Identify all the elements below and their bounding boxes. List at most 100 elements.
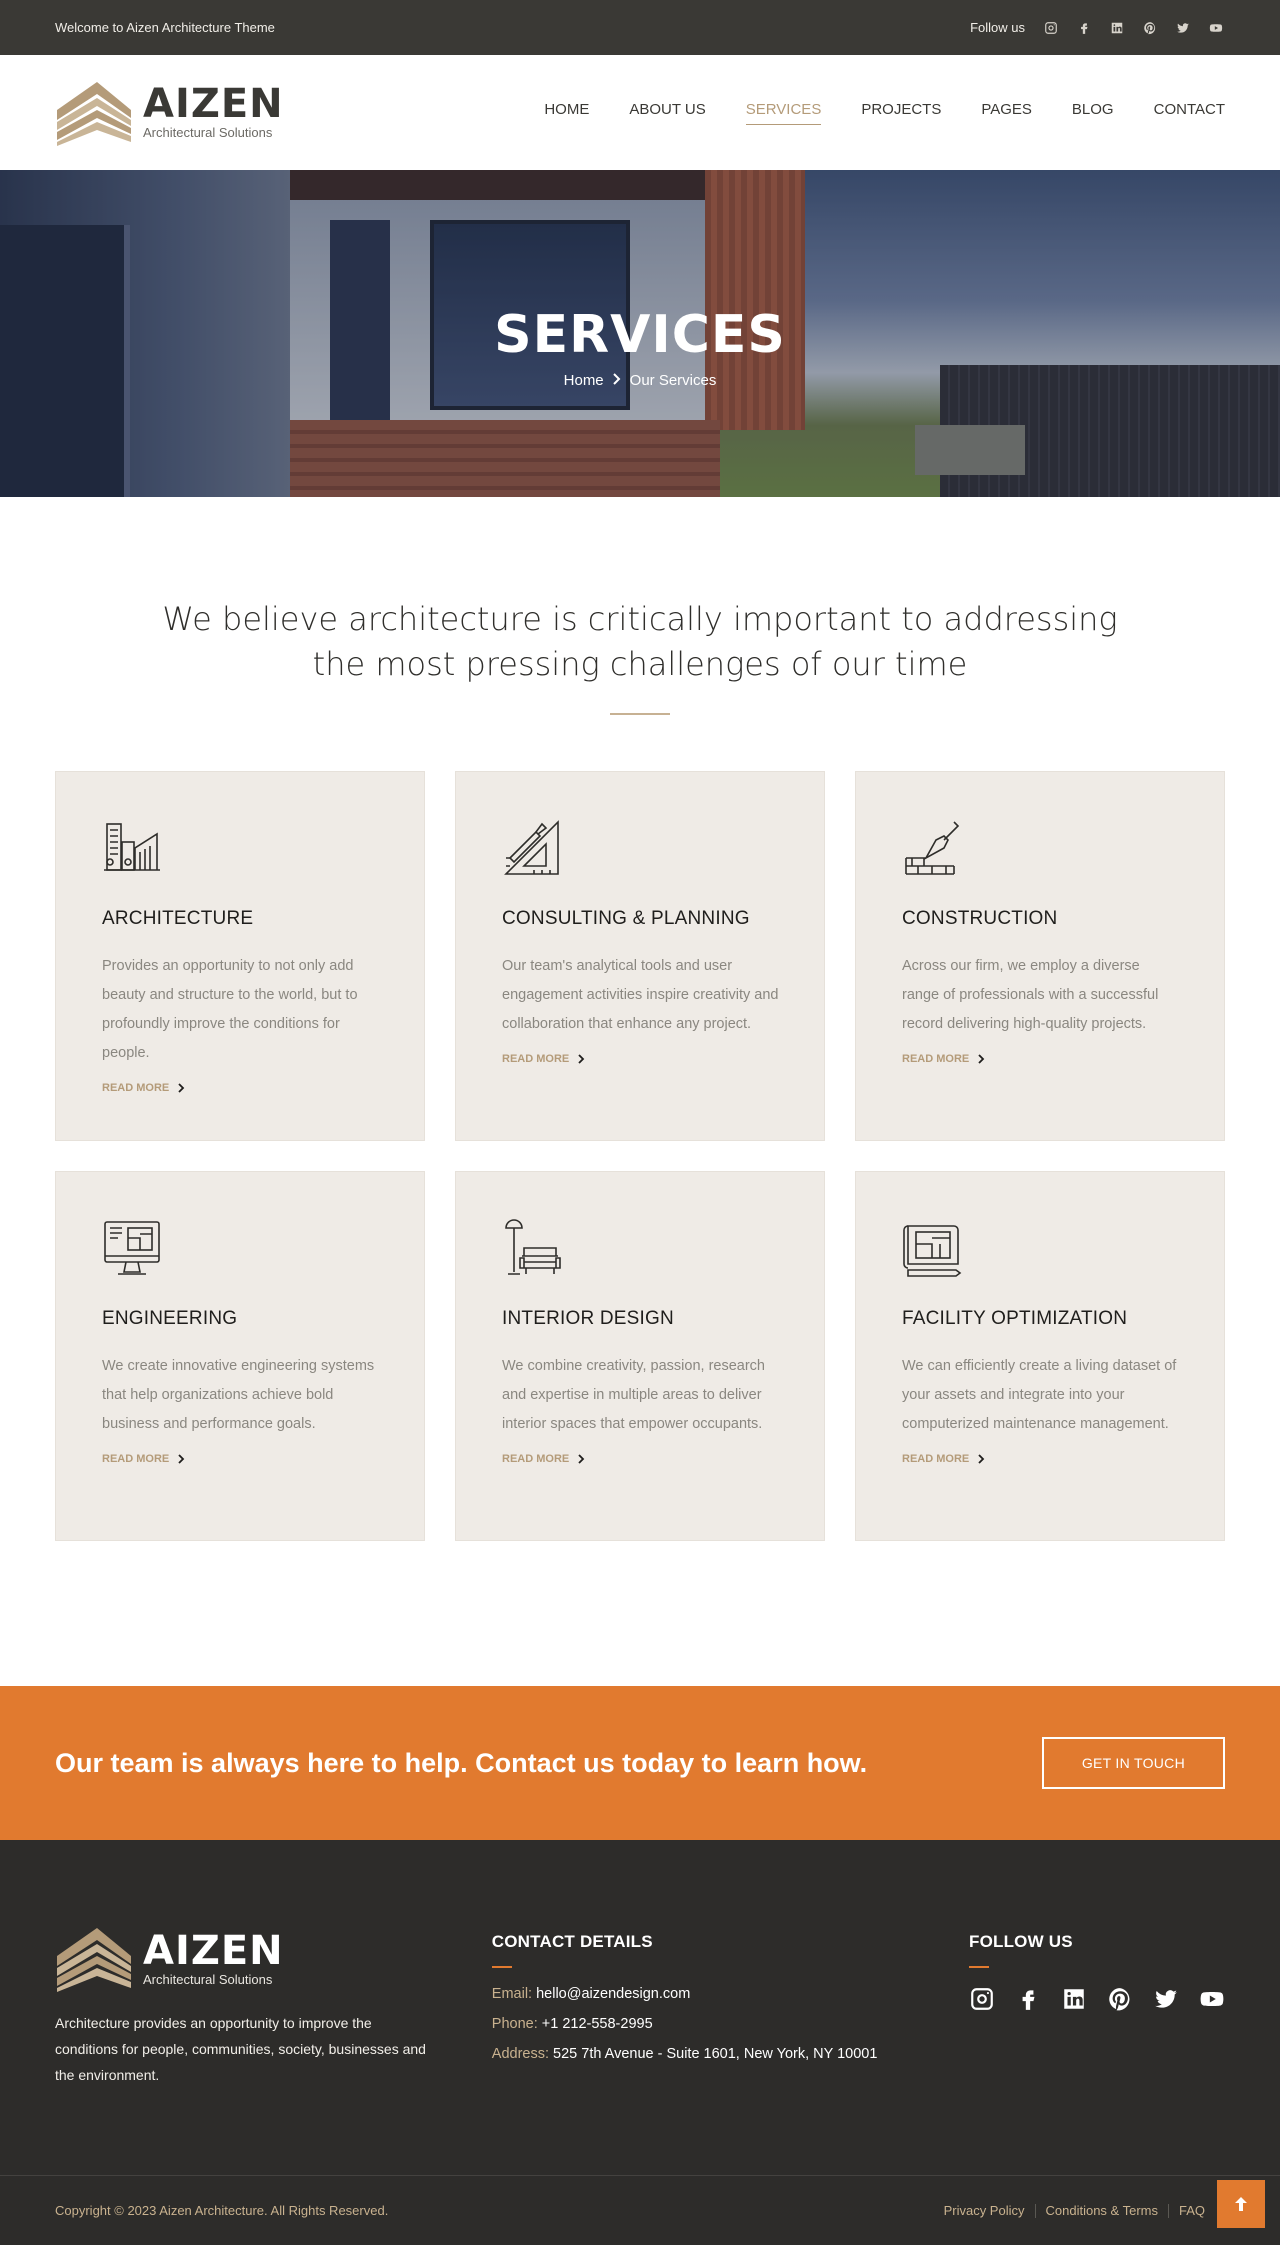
service-title: ARCHITECTURE	[102, 908, 254, 929]
service-text: Our team's analytical tools and user eng…	[502, 958, 779, 1032]
services-grid: ARCHITECTURE Provides an opportunity to …	[0, 715, 1280, 1541]
read-more-label: READ MORE	[502, 1453, 570, 1465]
chevron-right-icon	[978, 1054, 985, 1064]
page-hero: SERVICES Home Our Services	[0, 170, 1280, 497]
site-footer: AIZEN Architectural Solutions Architectu…	[0, 1840, 1280, 2245]
conditions-terms-link[interactable]: Conditions & Terms	[1046, 2203, 1158, 2218]
service-card-consulting: CONSULTING & PLANNING Our team's analyti…	[455, 771, 825, 1141]
read-more-label: READ MORE	[502, 1053, 570, 1065]
page-title: SERVICES	[494, 305, 786, 365]
brand-name: AIZEN	[143, 81, 284, 127]
site-header: AIZEN Architectural Solutions HOME ABOUT…	[0, 55, 1280, 170]
service-title: ENGINEERING	[102, 1308, 238, 1329]
youtube-icon[interactable]	[1199, 1986, 1225, 2017]
service-text: Across our firm, we employ a diverse ran…	[902, 958, 1159, 1032]
divider	[491, 1966, 512, 1968]
chevron-right-icon	[178, 1454, 185, 1464]
linkedin-icon[interactable]	[1061, 1986, 1087, 2017]
service-card-architecture: ARCHITECTURE Provides an opportunity to …	[55, 771, 425, 1141]
service-text: Provides an opportunity to not only add …	[102, 958, 358, 1061]
nav-blog[interactable]: BLOG	[1072, 101, 1114, 125]
get-in-touch-button[interactable]: GET IN TOUCH	[1041, 1737, 1225, 1789]
email-link[interactable]: hello@aizendesign.com	[536, 1986, 690, 2002]
service-card-engineering: ENGINEERING We create innovative enginee…	[55, 1171, 425, 1541]
top-bar: Welcome to Aizen Architecture Theme Foll…	[0, 0, 1280, 55]
copyright: Copyright © 2023 Aizen Architecture. All…	[55, 2203, 389, 2218]
instagram-icon[interactable]	[969, 1986, 995, 2017]
nav-projects[interactable]: PROJECTS	[861, 101, 941, 125]
divider	[969, 1966, 989, 1968]
service-text: We combine creativity, passion, research…	[502, 1358, 765, 1432]
blueprint-scroll-icon	[902, 1218, 962, 1278]
faq-link[interactable]: FAQ	[1179, 2203, 1205, 2218]
intro-section: We believe architecture is critically im…	[0, 497, 1280, 715]
read-more-link[interactable]: READ MORE	[902, 1053, 1179, 1065]
chevron-right-icon	[578, 1454, 585, 1464]
nav-about-us[interactable]: ABOUT US	[629, 101, 705, 125]
intro-line-1: We believe architecture is critically im…	[162, 600, 1118, 638]
read-more-link[interactable]: READ MORE	[502, 1453, 779, 1465]
instagram-icon[interactable]	[1044, 21, 1058, 35]
divider	[1034, 2203, 1036, 2218]
chevron-right-icon	[612, 372, 622, 389]
follow-label: Follow us	[970, 20, 1025, 35]
service-title: INTERIOR DESIGN	[502, 1308, 674, 1329]
site-logo[interactable]: AIZEN Architectural Solutions	[55, 80, 284, 146]
buildings-icon	[102, 818, 162, 878]
main-nav: HOME ABOUT US SERVICES PROJECTS PAGES BL…	[544, 101, 1225, 125]
nav-services[interactable]: SERVICES	[745, 101, 822, 125]
twitter-icon[interactable]	[1176, 21, 1190, 35]
follow-title: FOLLOW US	[969, 1932, 1073, 1951]
facebook-icon[interactable]	[1077, 21, 1091, 35]
service-text: We can efficiently create a living datas…	[902, 1358, 1177, 1432]
back-to-top-button[interactable]	[1217, 2180, 1265, 2228]
cta-text: Our team is always here to help. Contact…	[55, 1747, 868, 1778]
privacy-policy-link[interactable]: Privacy Policy	[944, 2203, 1025, 2218]
read-more-link[interactable]: READ MORE	[102, 1082, 379, 1094]
breadcrumb-current: Our Services	[629, 372, 717, 389]
chevron-right-icon	[578, 1054, 585, 1064]
linkedin-icon[interactable]	[1110, 21, 1124, 35]
read-more-label: READ MORE	[102, 1453, 170, 1465]
youtube-icon[interactable]	[1209, 21, 1223, 35]
brand-tagline: Architectural Solutions	[143, 1971, 273, 1987]
brand-tagline: Architectural Solutions	[143, 125, 273, 140]
service-title: CONSULTING & PLANNING	[502, 908, 750, 929]
read-more-link[interactable]: READ MORE	[902, 1453, 1179, 1465]
nav-pages[interactable]: PAGES	[981, 101, 1032, 125]
contact-details: Email: hello@aizendesign.com Phone: +1 2…	[492, 1986, 969, 2062]
intro-line-2: the most pressing challenges of our time	[312, 645, 968, 683]
breadcrumb: Home Our Services	[0, 372, 1280, 389]
read-more-link[interactable]: READ MORE	[102, 1453, 379, 1465]
address-text: 525 7th Avenue - Suite 1601, New York, N…	[553, 2046, 878, 2062]
twitter-icon[interactable]	[1153, 1986, 1179, 2017]
nav-contact[interactable]: CONTACT	[1154, 101, 1225, 125]
brand-name: AIZEN	[143, 1927, 284, 1974]
email-label: Email:	[491, 1986, 533, 2002]
footer-links: Privacy Policy Conditions & Terms FAQ	[944, 2203, 1205, 2218]
footer-logo[interactable]: AIZEN Architectural Solutions	[55, 1926, 437, 1992]
pinterest-icon[interactable]	[1143, 21, 1157, 35]
logo-icon	[57, 81, 131, 146]
contact-title: CONTACT DETAILS	[491, 1932, 653, 1951]
address-label: Address:	[491, 2046, 550, 2062]
breadcrumb-home[interactable]: Home	[564, 372, 604, 389]
logo-icon	[57, 1928, 131, 1992]
facebook-icon[interactable]	[1015, 1986, 1041, 2017]
cta-banner: Our team is always here to help. Contact…	[0, 1686, 1280, 1840]
read-more-label: READ MORE	[902, 1453, 970, 1465]
monitor-blueprint-icon	[102, 1218, 162, 1278]
service-title: FACILITY OPTIMIZATION	[902, 1308, 1128, 1329]
service-card-construction: CONSTRUCTION Across our firm, we employ …	[855, 771, 1225, 1141]
arrow-up-icon	[1235, 2197, 1247, 2211]
ruler-pencil-icon	[502, 818, 562, 878]
chevron-right-icon	[178, 1083, 185, 1093]
intro-heading: We believe architecture is critically im…	[0, 597, 1280, 687]
service-text: We create innovative engineering systems…	[102, 1358, 375, 1432]
nav-home[interactable]: HOME	[544, 101, 589, 125]
read-more-link[interactable]: READ MORE	[502, 1053, 779, 1065]
pinterest-icon[interactable]	[1107, 1986, 1133, 2017]
phone-link[interactable]: +1 212-558-2995	[542, 2016, 653, 2032]
trowel-bricks-icon	[902, 818, 962, 878]
top-social: Follow us	[970, 20, 1225, 35]
